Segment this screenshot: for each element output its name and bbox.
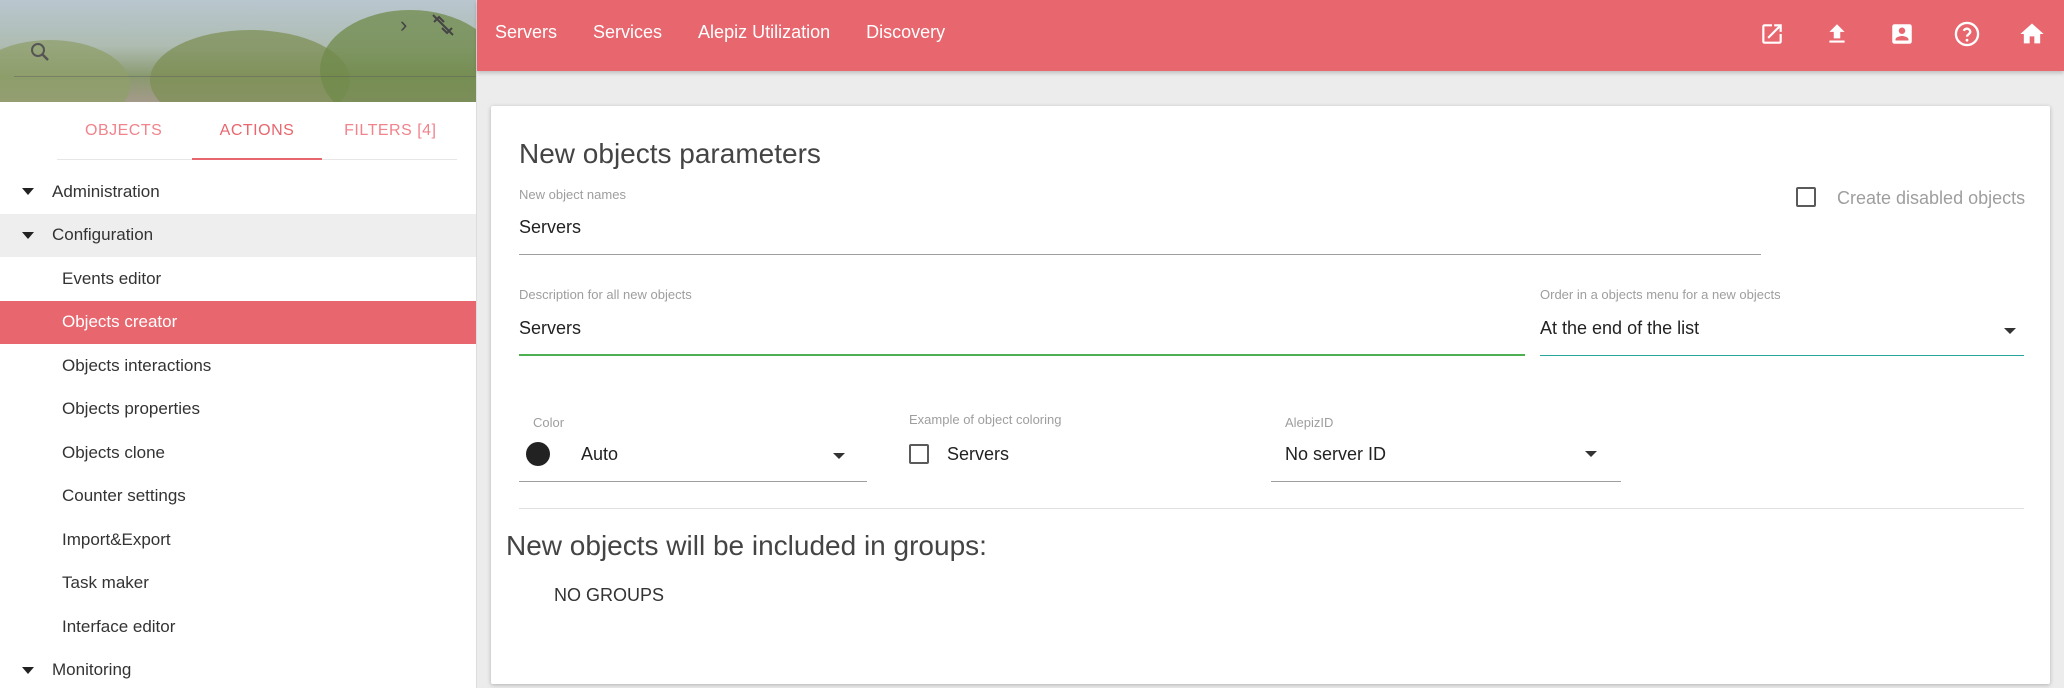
caret-down-icon — [22, 666, 34, 674]
tree-label: Monitoring — [52, 660, 132, 680]
color-select[interactable]: Auto — [581, 444, 618, 465]
search-icon[interactable] — [28, 40, 52, 64]
tree-label: Objects interactions — [62, 355, 212, 375]
tree-item-events-editor[interactable]: Events editor — [0, 257, 476, 301]
tree-item-objects-clone[interactable]: Objects clone — [0, 431, 476, 475]
example-coloring-label: Example of object coloring — [909, 412, 1062, 427]
tree-label: Interface editor — [62, 616, 176, 636]
description-underline — [519, 354, 1525, 356]
sidebar-header-background: › — [0, 0, 476, 102]
tree-item-counter-settings[interactable]: Counter settings — [0, 475, 476, 519]
example-coloring-value: Servers — [947, 444, 1010, 464]
tree-item-objects-interactions[interactable]: Objects interactions — [0, 344, 476, 388]
object-search-input[interactable] — [60, 38, 390, 68]
home-icon[interactable] — [1999, 18, 2064, 50]
description-label: Description for all new objects — [519, 287, 692, 302]
tree-label: Counter settings — [62, 486, 186, 506]
order-label: Order in a objects menu for a new object… — [1540, 287, 1781, 302]
chevron-right-icon[interactable]: › — [400, 12, 407, 38]
unlink-icon[interactable] — [430, 12, 456, 38]
create-disabled-checkbox[interactable] — [1796, 187, 1816, 207]
objects-creator-card: New objects parameters New object names … — [491, 106, 2050, 684]
tree-label: Configuration — [52, 225, 154, 245]
groups-section-title: New objects will be included in groups: — [506, 530, 987, 561]
nav-link-discovery[interactable]: Discovery — [866, 22, 945, 43]
tree-label: Events editor — [62, 268, 162, 288]
order-underline — [1540, 355, 2024, 356]
tree-label: Objects clone — [62, 442, 165, 462]
actions-tree: Administration Configuration Events edit… — [0, 170, 476, 688]
tree-item-interface-editor[interactable]: Interface editor — [0, 605, 476, 649]
caret-down-icon — [22, 231, 34, 239]
description-input[interactable] — [519, 313, 1519, 343]
nav-link-servers[interactable]: Servers — [495, 22, 557, 43]
contact-card-icon[interactable] — [1869, 18, 1934, 50]
tree-label: Objects creator — [62, 312, 178, 332]
toolbar-icons — [1739, 18, 2064, 50]
alepiz-id-label: AlepizID — [1285, 415, 1334, 430]
section-divider — [519, 508, 2024, 509]
sidebar-tabs: OBJECTS ACTIONS FILTERS [4] — [57, 110, 457, 160]
top-nav-links: Servers Services Alepiz Utilization Disc… — [495, 22, 945, 43]
tree-label: Objects properties — [62, 399, 200, 419]
top-navigation-bar: Servers Services Alepiz Utilization Disc… — [477, 0, 2064, 71]
object-names-label: New object names — [519, 187, 626, 202]
tree-item-objects-properties[interactable]: Objects properties — [0, 388, 476, 432]
tree-item-import-export[interactable]: Import&Export — [0, 518, 476, 562]
object-names-underline — [519, 254, 1761, 255]
tree-group-administration[interactable]: Administration — [0, 170, 476, 214]
color-label: Color — [533, 415, 565, 430]
example-coloring-checkbox[interactable] — [909, 444, 929, 464]
upload-icon[interactable] — [1804, 18, 1869, 50]
sidebar: › OBJECTS ACTIONS FILTERS [4] Administra… — [0, 0, 477, 688]
object-names-input[interactable] — [519, 212, 1759, 242]
order-dropdown-arrow-icon[interactable] — [2004, 328, 2016, 334]
tab-actions[interactable]: ACTIONS — [190, 110, 323, 160]
tree-label: Import&Export — [62, 529, 171, 549]
color-swatch — [526, 442, 550, 466]
tree-item-task-maker[interactable]: Task maker — [0, 562, 476, 606]
tree-group-monitoring[interactable]: Monitoring — [0, 649, 476, 688]
search-underline — [14, 76, 476, 77]
open-in-new-icon[interactable] — [1739, 18, 1804, 50]
create-disabled-label: Create disabled objects — [1837, 188, 2026, 208]
tree-item-objects-creator[interactable]: Objects creator — [0, 300, 476, 344]
tree-group-configuration[interactable]: Configuration — [0, 213, 476, 257]
nav-link-alepiz-utilization[interactable]: Alepiz Utilization — [698, 22, 830, 43]
order-select[interactable]: At the end of the list — [1540, 318, 1699, 339]
alepiz-id-dropdown-arrow-icon[interactable] — [1585, 451, 1597, 457]
tree-label: Administration — [52, 181, 160, 201]
caret-down-icon — [22, 188, 34, 196]
alepiz-id-underline — [1271, 481, 1621, 482]
alepiz-id-select[interactable]: No server ID — [1285, 444, 1386, 465]
tab-objects[interactable]: OBJECTS — [57, 110, 190, 159]
page-title: New objects parameters — [519, 138, 821, 169]
nav-link-services[interactable]: Services — [593, 22, 662, 43]
groups-value: NO GROUPS — [554, 585, 665, 605]
color-underline — [519, 481, 867, 482]
help-icon[interactable] — [1934, 18, 1999, 50]
tab-filters[interactable]: FILTERS [4] — [324, 110, 457, 159]
color-dropdown-arrow-icon[interactable] — [833, 453, 845, 459]
tree-label: Task maker — [62, 573, 149, 593]
